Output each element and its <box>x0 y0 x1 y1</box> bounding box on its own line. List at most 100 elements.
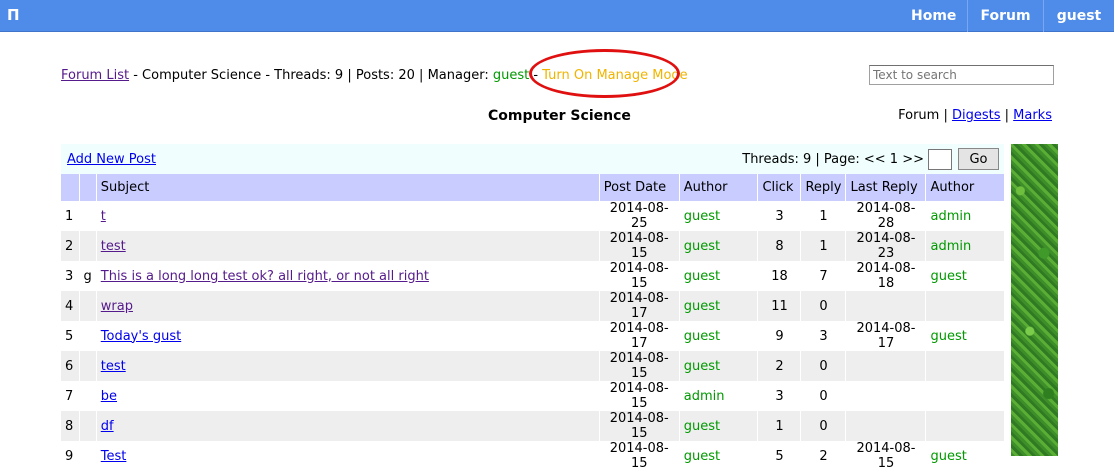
table-row[interactable]: 9 Test 2014-08-15 guest 5 2 2014-08-15 guest <box>61 441 1004 471</box>
cell-reply: 1 <box>800 201 846 231</box>
table-row[interactable]: 4 wrap 2014-08-17 guest 11 0 <box>61 291 1004 321</box>
reply-count: 7 <box>819 268 828 284</box>
thread-subject-link[interactable]: Test <box>101 449 127 464</box>
author-name[interactable]: guest <box>684 209 720 224</box>
author-name[interactable]: guest <box>684 359 720 374</box>
cell-lauthor <box>925 381 1004 411</box>
search-input[interactable] <box>869 65 1054 85</box>
posts-label: Posts: <box>355 68 395 83</box>
cell-date: 2014-08-15 <box>598 381 680 411</box>
cell-author: guest <box>678 201 758 231</box>
cell-lauthor: guest <box>925 441 1004 471</box>
nav-home[interactable]: Home <box>900 0 967 32</box>
site-logo[interactable]: Π <box>7 6 20 24</box>
thread-subject-link[interactable]: test <box>101 359 126 374</box>
cell-num: 7 <box>61 381 79 411</box>
last-reply-author[interactable]: guest <box>930 269 966 284</box>
cell-author: guest <box>678 441 758 471</box>
thread-subject-link[interactable]: test <box>101 239 126 254</box>
cell-subject: This is a long long test ok? all right, … <box>95 261 600 291</box>
thread-subject-link[interactable]: t <box>101 209 106 224</box>
cell-date: 2014-08-15 <box>598 441 680 471</box>
cell-author: guest <box>678 351 758 381</box>
col-subject[interactable]: Subject <box>95 174 600 201</box>
col-post-date[interactable]: Post Date <box>598 174 680 201</box>
table-row[interactable]: 1 t 2014-08-25 guest 3 1 2014-08-28 admin <box>61 201 1004 231</box>
col-click[interactable]: Click <box>757 174 801 201</box>
cell-reply: 1 <box>800 231 846 261</box>
threads-count: 9 <box>334 68 344 83</box>
nav-user[interactable]: guest <box>1043 0 1114 32</box>
cell-subject: test <box>95 351 600 381</box>
cell-last <box>845 291 926 321</box>
author-name[interactable]: guest <box>684 329 720 344</box>
cell-flag <box>78 231 97 261</box>
thread-subject-link[interactable]: This is a long long test ok? all right, … <box>101 269 429 284</box>
thread-table: Subject Post Date Author Click Reply Las… <box>61 174 1004 471</box>
thread-subject-link[interactable]: wrap <box>101 299 133 314</box>
author-name[interactable]: guest <box>684 269 720 284</box>
view-forum: Forum <box>898 108 940 123</box>
col-last-reply[interactable]: Last Reply <box>845 174 926 201</box>
cell-click: 5 <box>757 441 801 471</box>
top-bar: Π Home Forum guest <box>0 0 1114 32</box>
posts-count: 20 <box>398 68 415 83</box>
last-reply-date: 2014-08-28 <box>856 201 916 231</box>
cell-last <box>845 411 926 441</box>
last-reply-author[interactable]: admin <box>930 209 971 224</box>
table-row[interactable]: 8 df 2014-08-15 guest 1 0 <box>61 411 1004 441</box>
click-count: 3 <box>775 208 784 224</box>
col-author[interactable]: Author <box>678 174 758 201</box>
view-digests-link[interactable]: Digests <box>952 108 1001 123</box>
reply-count: 0 <box>819 298 828 314</box>
reply-count: 3 <box>819 328 828 344</box>
cell-reply: 3 <box>800 321 846 351</box>
reply-count: 0 <box>819 358 828 374</box>
add-new-post-link[interactable]: Add New Post <box>67 152 156 167</box>
last-reply-author[interactable]: admin <box>930 239 971 254</box>
last-reply-author[interactable]: guest <box>930 329 966 344</box>
author-name[interactable]: guest <box>684 419 720 434</box>
cell-subject: t <box>95 201 600 231</box>
author-name[interactable]: guest <box>684 299 720 314</box>
cell-subject: Test <box>95 441 600 471</box>
cell-date: 2014-08-17 <box>598 291 680 321</box>
author-name[interactable]: admin <box>684 389 725 404</box>
cell-num: 5 <box>61 321 79 351</box>
post-date: 2014-08-15 <box>609 261 669 291</box>
table-row[interactable]: 6 test 2014-08-15 guest 2 0 <box>61 351 1004 381</box>
nav-forum[interactable]: Forum <box>967 0 1043 32</box>
table-row[interactable]: 2 test 2014-08-15 guest 8 1 2014-08-23 admin <box>61 231 1004 261</box>
last-reply-author[interactable]: guest <box>930 449 966 464</box>
col-reply[interactable]: Reply <box>800 174 846 201</box>
manager-name[interactable]: guest <box>493 68 529 83</box>
pager-text[interactable]: Threads: 9 | Page: << 1 >> <box>742 152 924 167</box>
cell-subject: Today's gust <box>95 321 600 351</box>
cell-lauthor <box>925 291 1004 321</box>
page-number-input[interactable] <box>928 148 952 170</box>
post-date: 2014-08-15 <box>609 231 669 261</box>
table-row[interactable]: 3 g This is a long long test ok? all right… <box>61 261 1004 291</box>
cell-date: 2014-08-15 <box>598 351 680 381</box>
cell-lauthor: guest <box>925 321 1004 351</box>
table-row[interactable]: 5 Today's gust 2014-08-17 guest 9 3 2014-08-17… <box>61 321 1004 351</box>
author-name[interactable]: guest <box>684 239 720 254</box>
col-num <box>61 174 79 201</box>
go-button[interactable]: Go <box>958 148 999 170</box>
cell-lauthor: admin <box>925 201 1004 231</box>
thread-subject-link[interactable]: df <box>101 419 114 434</box>
author-name[interactable]: guest <box>684 449 720 464</box>
forum-list-link[interactable]: Forum List <box>61 68 129 83</box>
table-row[interactable]: 7 be 2014-08-15 admin 3 0 <box>61 381 1004 411</box>
thread-subject-link[interactable]: Today's gust <box>101 329 181 344</box>
col-last-author[interactable]: Author <box>925 174 1004 201</box>
thread-subject-link[interactable]: be <box>101 389 117 404</box>
view-marks-link[interactable]: Marks <box>1013 108 1052 123</box>
cell-date: 2014-08-15 <box>598 261 680 291</box>
view-links: Forum | Digests | Marks <box>898 108 1052 123</box>
row-number: 1 <box>65 208 74 224</box>
table-header-row: Subject Post Date Author Click Reply Las… <box>61 174 1004 201</box>
cell-author: guest <box>678 231 758 261</box>
cell-last: 2014-08-17 <box>845 321 926 351</box>
cell-click: 18 <box>757 261 801 291</box>
